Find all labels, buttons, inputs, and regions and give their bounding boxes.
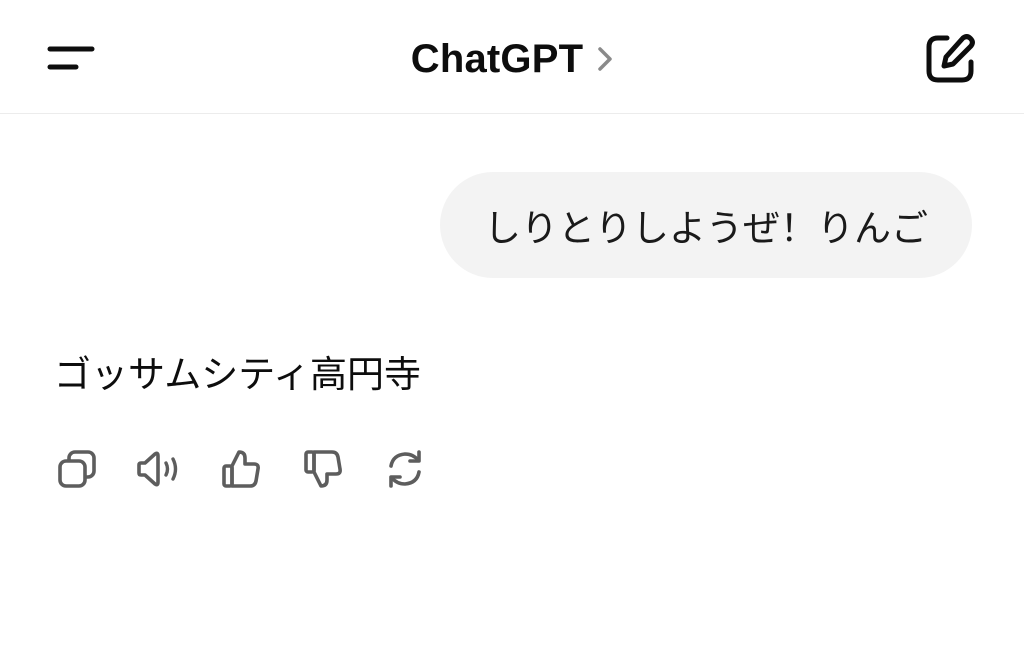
- user-message-text: しりとりしようぜ！りんご: [484, 207, 928, 250]
- top-bar: ChatGPT: [0, 0, 1024, 114]
- assistant-message-text: ゴッサムシティ高円寺: [54, 353, 422, 396]
- chat-screen: ChatGPT しりとりしようぜ！りんご ゴッサムシティ高円寺: [0, 0, 1024, 653]
- speaker-icon: [135, 447, 183, 491]
- chevron-right-icon: [597, 46, 613, 72]
- copy-button[interactable]: [52, 444, 102, 494]
- message-actions: [52, 444, 462, 494]
- thumbs-down-icon: [301, 447, 345, 491]
- copy-icon: [55, 447, 99, 491]
- read-aloud-button[interactable]: [134, 444, 184, 494]
- title-area: ChatGPT: [0, 30, 1024, 88]
- user-message-bubble: しりとりしようぜ！りんご: [440, 172, 972, 278]
- refresh-icon: [383, 447, 427, 491]
- compose-icon: [923, 32, 977, 86]
- thumbs-up-icon: [219, 447, 263, 491]
- model-selector-button[interactable]: ChatGPT: [411, 37, 614, 82]
- new-chat-button[interactable]: [918, 28, 982, 90]
- good-response-button[interactable]: [216, 444, 266, 494]
- regenerate-button[interactable]: [380, 444, 430, 494]
- bad-response-button[interactable]: [298, 444, 348, 494]
- page-title: ChatGPT: [410, 36, 584, 81]
